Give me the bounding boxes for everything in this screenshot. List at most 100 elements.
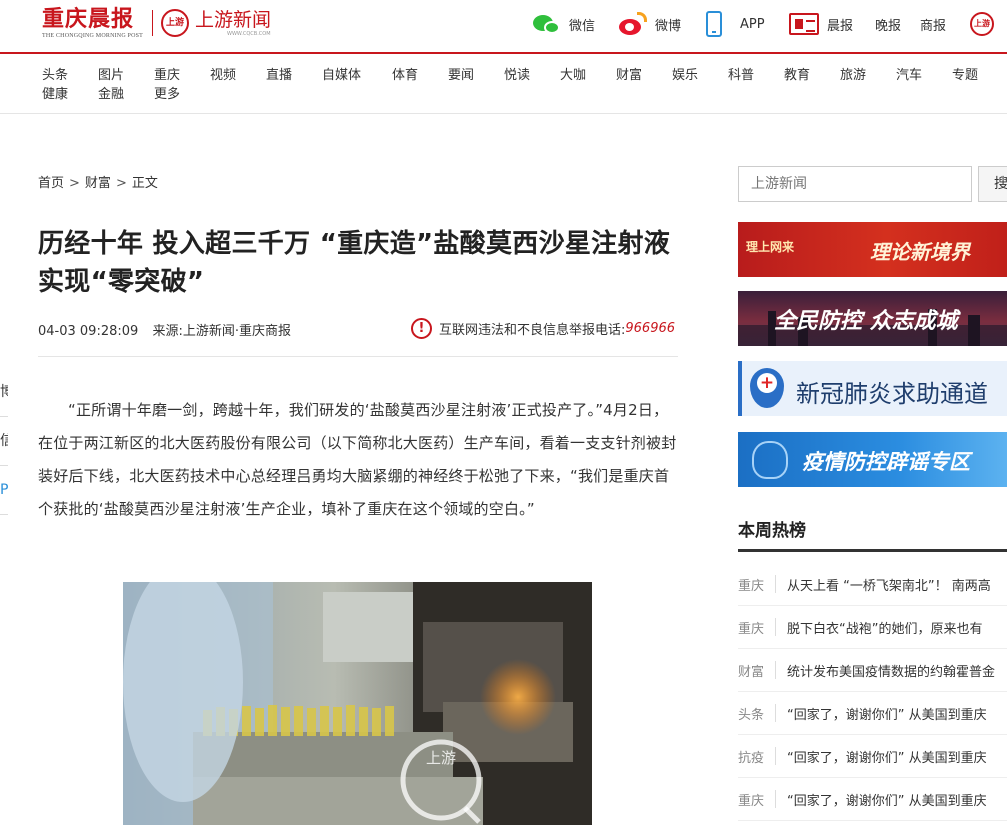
channel-item[interactable]: 旅游 (840, 66, 866, 85)
channel-item[interactable]: 专题 (952, 66, 978, 85)
channel-item[interactable]: 娱乐 (672, 66, 698, 85)
hot-item-tag: 头条 (738, 708, 765, 723)
header-wechat-label: 微信 (569, 18, 596, 34)
share-bar-divider (0, 465, 8, 466)
hot-item-text: “回家了，谢谢你们” 从美国到重庆 (787, 751, 987, 766)
report-hotline[interactable]: ! 互联网违法和不良信息举报电话: 966966 (411, 317, 675, 339)
banner-help-text: 新冠肺炎求助通道 (796, 380, 988, 408)
channel-item[interactable]: 科普 (728, 66, 754, 85)
site-header: 重庆晨报 THE CHONGQING MORNING POST 上游 上游新闻 … (0, 0, 1007, 54)
hot-item-text: 从天上看 “一桥飞架南北”！ 南两高 (787, 579, 991, 594)
channel-item[interactable]: 金融 (98, 85, 124, 104)
banner-prevention[interactable]: 全民防控 众志成城 (738, 291, 1007, 346)
hot-item-tag: 财富 (738, 665, 765, 680)
channel-item[interactable]: 视频 (210, 66, 236, 85)
channel-item[interactable]: 头条 (42, 66, 68, 85)
logo-main-text: 重庆晨报 (42, 6, 135, 32)
channel-item[interactable]: 重庆 (154, 66, 180, 85)
hot-item-tag: 抗疫 (738, 751, 765, 766)
header-evening-label: 晚报 (875, 18, 902, 34)
channel-item[interactable]: 直播 (266, 66, 292, 85)
header-evening-link[interactable]: 晚报 (875, 10, 901, 38)
banner-prevention-text: 全民防控 众志成城 (774, 309, 958, 334)
meta-divider (38, 356, 678, 357)
breadcrumb-current: 正文 (131, 176, 158, 191)
hot-item-tag: 重庆 (738, 794, 765, 809)
banner-rumor[interactable]: 疫情防控辟谣专区 (738, 432, 1007, 487)
channel-item[interactable]: 要闻 (448, 66, 474, 85)
help-plus-icon: + (757, 373, 777, 393)
hot-item-text: “回家了，谢谢你们” 从美国到重庆 (787, 794, 987, 809)
search-button[interactable]: 搜 (978, 166, 1007, 202)
hot-list-item[interactable]: 抗疫 “回家了，谢谢你们” 从美国到重庆 (738, 735, 1007, 778)
wechat-icon (533, 13, 561, 35)
channel-item[interactable]: 体育 (392, 66, 418, 85)
header-morning-link[interactable]: 晨报 (789, 10, 853, 38)
alert-icon: ! (411, 317, 432, 339)
header-morning-label: 晨报 (827, 18, 854, 34)
shangyou-news-logo[interactable]: 上游 上游新闻 WWW.CQCB.COM (161, 8, 271, 40)
logo-sub-text: THE CHONGQING MORNING POST (42, 33, 144, 39)
shangyou-circle-icon: 上游 (970, 12, 994, 36)
hot-item-text: “回家了，谢谢你们” 从美国到重庆 (787, 708, 987, 723)
hot-item-separator (775, 575, 776, 593)
article-paragraph: “正所谓十年磨一剑，跨越十年，我们研发的‘盐酸莫西沙星注射液’正式投产了。”4月… (38, 401, 677, 518)
channel-item[interactable]: 自媒体 (322, 66, 361, 85)
breadcrumb-home[interactable]: 首页 (38, 176, 64, 191)
channel-item[interactable]: 图片 (98, 66, 124, 85)
banner-theory-text: 理论新境界 (870, 240, 970, 264)
banner-help[interactable]: + 新冠肺炎求助通道 (738, 361, 1007, 416)
hot-list-item[interactable]: 头条 “回家了，谢谢你们” 从美国到重庆 (738, 692, 1007, 735)
breadcrumb-section[interactable]: 财富 (85, 176, 111, 191)
article-source: 来源:上游新闻·重庆商报 (152, 324, 291, 339)
hot-list-item[interactable]: 财富 统计发布美国疫情数据的约翰霍普金 (738, 649, 1007, 692)
article-photo: 上游 (123, 582, 592, 825)
shangyou-logo-name: 上游新闻 (195, 9, 272, 31)
channel-item[interactable]: 大咖 (560, 66, 586, 85)
hot-item-tag: 重庆 (738, 579, 765, 594)
channel-item[interactable]: 汽车 (896, 66, 922, 85)
hot-item-text: 统计发布美国疫情数据的约翰霍普金 (787, 665, 996, 680)
hot-item-separator (775, 704, 776, 722)
search-input[interactable] (738, 166, 972, 202)
share-bar-divider (0, 416, 8, 417)
hot-list-item[interactable]: 重庆 从天上看 “一桥飞架南北”！ 南两高 (738, 563, 1007, 606)
shangyou-logo-icon: 上游 (161, 9, 189, 37)
channel-item[interactable]: 健康 (42, 85, 68, 104)
breadcrumb: 首页 > 财富 > 正文 (38, 172, 158, 191)
banner-theory[interactable]: 理上网来 理论新境界 (738, 222, 1007, 277)
channel-nav: 头条 图片 重庆 视频 直播 自媒体 体育 要闻 悦读 大咖 财富 娱乐 科普 … (0, 56, 1007, 114)
photo-watermark: 上游 (426, 749, 457, 767)
header-wechat-link[interactable]: 微信 (533, 10, 595, 38)
hot-list-item[interactable]: 重庆 “回家了，谢谢你们” 从美国到重庆 (738, 778, 1007, 821)
production-line-photo (123, 582, 592, 825)
header-app-link[interactable]: APP (706, 10, 765, 38)
channel-item[interactable]: 更多 (154, 85, 180, 104)
header-business-link[interactable]: 商报 (920, 10, 946, 38)
hot-item-text: 脱下白衣“战袍”的她们，原来也有 (787, 622, 983, 637)
lungs-icon (752, 441, 788, 479)
header-business-label: 商报 (920, 18, 947, 34)
newspaper-icon (789, 13, 819, 35)
header-shangyou-link[interactable]: 上游 (970, 10, 1002, 38)
share-bar-fragment[interactable]: P (0, 481, 8, 499)
logo-divider (152, 10, 153, 36)
share-bar-divider (0, 514, 8, 515)
chongqing-morning-post-logo[interactable]: 重庆晨报 THE CHONGQING MORNING POST (42, 6, 144, 40)
article-meta: 04-03 09:28:09 来源:上游新闻·重庆商报 (38, 320, 291, 339)
breadcrumb-separator: > (69, 176, 80, 191)
channel-item[interactable]: 教育 (784, 66, 810, 85)
hot-list-title: 本周热榜 (738, 521, 806, 541)
banner-theory-logo: 理上网来 (746, 240, 795, 254)
hot-item-separator (775, 790, 776, 808)
article-time: 04-03 09:28:09 (38, 324, 139, 339)
channel-item[interactable]: 悦读 (504, 66, 530, 85)
channel-item[interactable]: 财富 (616, 66, 642, 85)
header-weibo-link[interactable]: 微博 (617, 10, 681, 38)
share-bar-fragment[interactable]: 博 (0, 383, 8, 401)
hot-list-item[interactable]: 重庆 脱下白衣“战袍”的她们，原来也有 (738, 606, 1007, 649)
hot-item-tag: 重庆 (738, 622, 765, 637)
share-bar-fragment[interactable]: 信 (0, 432, 8, 450)
hot-item-separator (775, 618, 776, 636)
report-label: 互联网违法和不良信息举报电话: (439, 322, 626, 338)
